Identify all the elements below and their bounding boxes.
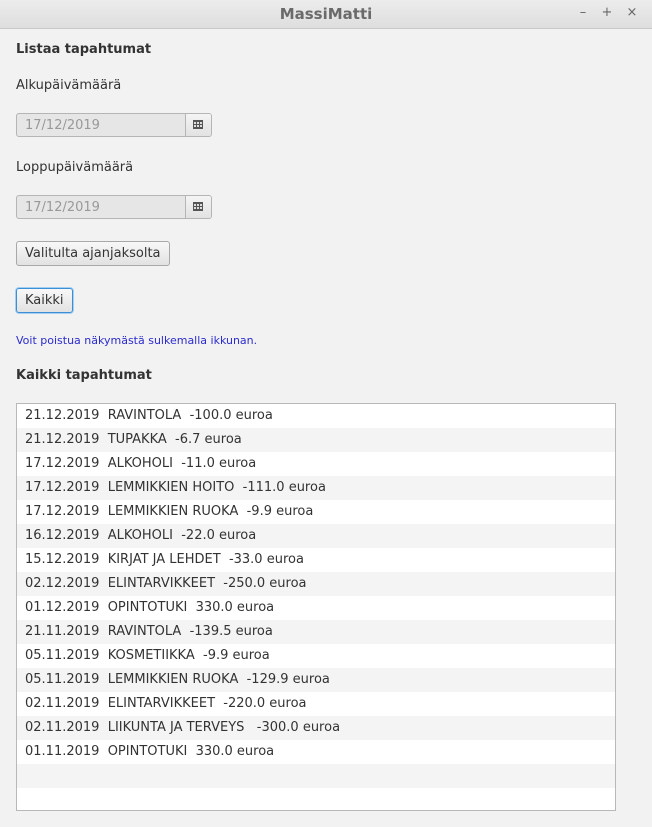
close-window-note: Voit poistua näkymästä sulkemalla ikkuna… <box>16 334 258 347</box>
empty-list-row <box>17 764 615 788</box>
calendar-icon <box>193 120 203 129</box>
list-item[interactable]: 21.11.2019 RAVINTOLA -139.5 euroa <box>17 620 615 644</box>
list-item[interactable]: 02.12.2019 ELINTARVIKKEET -250.0 euroa <box>17 572 615 596</box>
start-date-picker <box>16 113 212 137</box>
all-events-heading: Kaikki tapahtumat <box>16 368 152 383</box>
selected-range-button[interactable]: Valitulta ajanjaksolta <box>16 241 170 266</box>
list-item[interactable]: 15.12.2019 KIRJAT JA LEHDET -33.0 euroa <box>17 548 615 572</box>
start-date-calendar-button[interactable] <box>185 114 211 136</box>
all-button[interactable]: Kaikki <box>16 288 73 313</box>
list-item[interactable]: 21.12.2019 TUPAKKA -6.7 euroa <box>17 428 615 452</box>
end-date-input[interactable] <box>17 196 187 218</box>
main-content: Listaa tapahtumat Alkupäivämäärä Loppupä… <box>0 29 652 827</box>
events-list[interactable]: 21.12.2019 RAVINTOLA -100.0 euroa 21.12.… <box>16 403 616 811</box>
list-item[interactable]: 21.12.2019 RAVINTOLA -100.0 euroa <box>17 404 615 428</box>
end-date-label: Loppupäivämäärä <box>16 160 134 175</box>
list-item[interactable]: 05.11.2019 KOSMETIIKKA -9.9 euroa <box>17 644 615 668</box>
start-date-label: Alkupäivämäärä <box>16 78 122 93</box>
title-bar: MassiMatti – + × <box>0 0 652 29</box>
list-item[interactable]: 01.11.2019 OPINTOTUKI 330.0 euroa <box>17 740 615 764</box>
end-date-picker <box>16 195 212 219</box>
list-item[interactable]: 17.12.2019 LEMMIKKIEN RUOKA -9.9 euroa <box>17 500 615 524</box>
list-item[interactable]: 02.11.2019 LIIKUNTA JA TERVEYS -300.0 eu… <box>17 716 615 740</box>
window-title: MassiMatti <box>279 5 373 23</box>
list-item[interactable]: 02.11.2019 ELINTARVIKKEET -220.0 euroa <box>17 692 615 716</box>
list-item[interactable]: 17.12.2019 ALKOHOLI -11.0 euroa <box>17 452 615 476</box>
list-item[interactable]: 05.11.2019 LEMMIKKIEN RUOKA -129.9 euroa <box>17 668 615 692</box>
list-item[interactable]: 16.12.2019 ALKOHOLI -22.0 euroa <box>17 524 615 548</box>
calendar-icon <box>193 202 203 211</box>
minimize-button[interactable]: – <box>574 4 592 22</box>
list-item[interactable]: 17.12.2019 LEMMIKKIEN HOITO -111.0 euroa <box>17 476 615 500</box>
start-date-input[interactable] <box>17 114 187 136</box>
list-item[interactable]: 01.12.2019 OPINTOTUKI 330.0 euroa <box>17 596 615 620</box>
end-date-calendar-button[interactable] <box>185 196 211 218</box>
maximize-button[interactable]: + <box>598 4 616 22</box>
list-events-heading: Listaa tapahtumat <box>16 42 152 57</box>
close-button[interactable]: × <box>623 4 641 22</box>
